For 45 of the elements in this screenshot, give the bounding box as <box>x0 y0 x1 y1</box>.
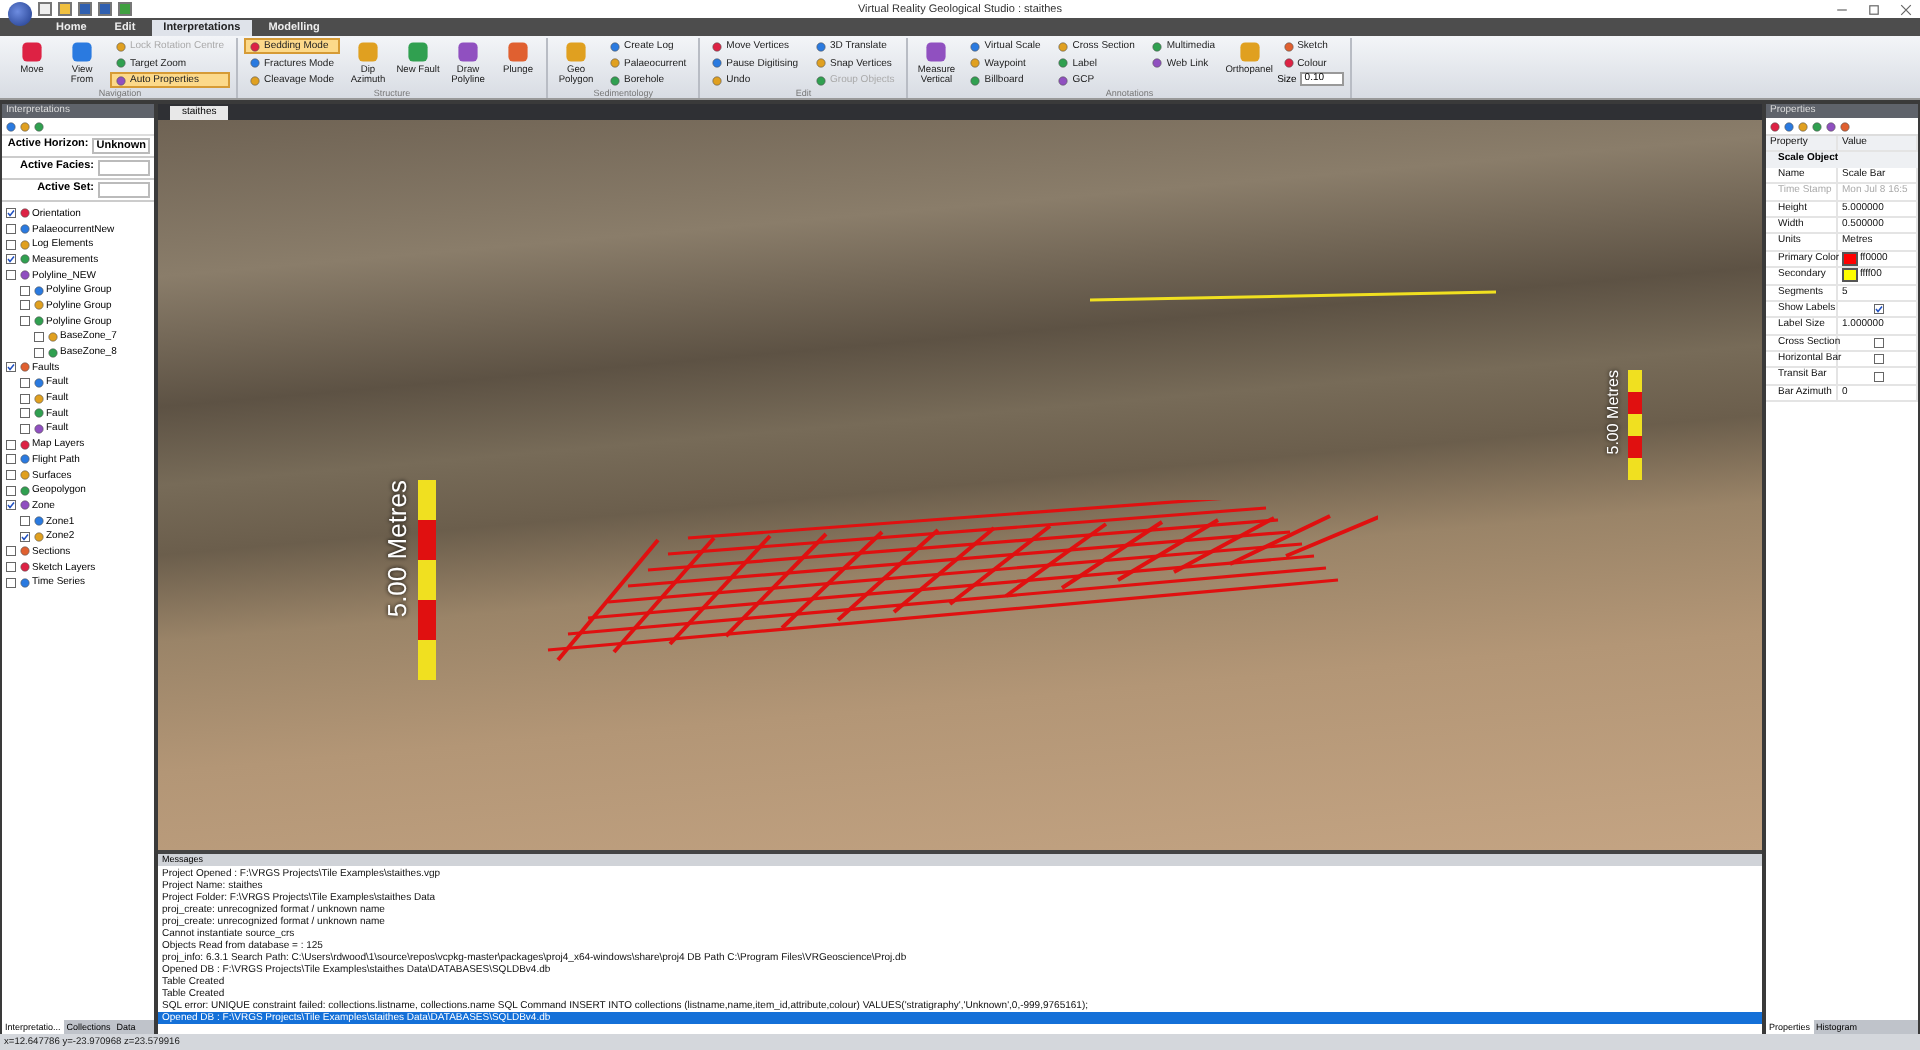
checkbox[interactable] <box>34 331 44 342</box>
checkbox[interactable] <box>1874 304 1884 315</box>
tool-icon <box>456 40 481 64</box>
checkbox[interactable] <box>20 423 30 434</box>
checkbox[interactable] <box>6 454 16 465</box>
checkbox[interactable] <box>6 224 16 235</box>
checkbox[interactable] <box>6 254 16 265</box>
checkbox[interactable] <box>6 208 16 219</box>
checkbox[interactable] <box>6 562 16 573</box>
checkbox[interactable] <box>1874 354 1884 365</box>
checkbox[interactable] <box>6 362 16 373</box>
tool-icon <box>924 40 949 64</box>
app-logo[interactable] <box>8 1 32 25</box>
tool-icon <box>564 40 589 64</box>
tool-icon <box>506 40 531 64</box>
scale-bar-label: 5.00 Metres <box>1604 370 1622 455</box>
tool-icon <box>20 40 44 64</box>
maximize-icon[interactable] <box>1868 3 1880 15</box>
checkbox[interactable] <box>6 485 16 496</box>
checkbox[interactable] <box>20 408 30 419</box>
checkbox[interactable] <box>20 516 30 527</box>
checkbox[interactable] <box>6 270 16 281</box>
checkbox[interactable] <box>6 546 16 557</box>
tool-icon <box>1237 40 1262 64</box>
scale-bar <box>1628 370 1642 480</box>
tool-icon <box>70 40 94 64</box>
checkbox[interactable] <box>20 285 30 296</box>
checkbox[interactable] <box>1874 371 1884 382</box>
checkbox[interactable] <box>20 531 30 542</box>
checkbox[interactable] <box>6 470 16 481</box>
checkbox[interactable] <box>20 393 30 404</box>
tool-icon <box>406 40 431 64</box>
checkbox[interactable] <box>6 239 16 250</box>
close-icon[interactable] <box>1900 3 1912 15</box>
checkbox[interactable] <box>6 439 16 450</box>
checkbox[interactable] <box>34 347 44 358</box>
checkbox[interactable] <box>6 500 16 511</box>
checkbox[interactable] <box>6 577 16 588</box>
color-swatch[interactable] <box>1842 268 1858 283</box>
checkbox[interactable] <box>20 377 30 388</box>
tool-icon <box>356 40 381 64</box>
checkbox[interactable] <box>20 316 30 327</box>
checkbox[interactable] <box>20 300 30 311</box>
checkbox[interactable] <box>1874 337 1884 348</box>
scale-bar-label: 5.00 Metres <box>382 480 412 618</box>
